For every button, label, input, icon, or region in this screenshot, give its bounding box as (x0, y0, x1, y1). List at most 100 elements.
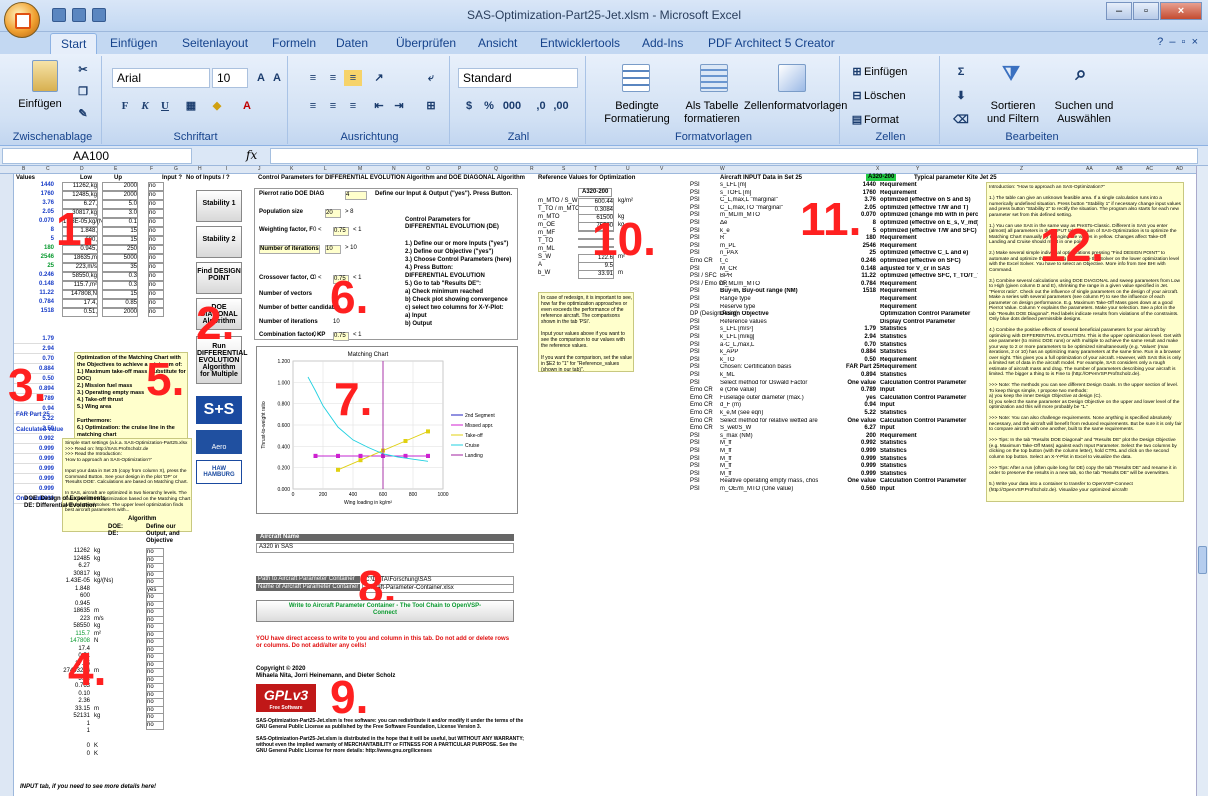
column-header[interactable]: W (720, 166, 725, 172)
tab-developer[interactable]: Entwicklertools (540, 36, 620, 50)
column-header[interactable]: E (114, 166, 117, 172)
input-flag-cell[interactable]: no (148, 308, 164, 317)
font-color-icon[interactable]: A (238, 98, 256, 114)
input-flag-cell[interactable]: no (148, 227, 164, 236)
column-header[interactable]: R (530, 166, 534, 172)
bold-icon[interactable]: F (116, 98, 134, 114)
aircraft-name-input[interactable]: A320 in SAS (256, 543, 514, 553)
input-value-cell[interactable]: 2546 (14, 254, 54, 261)
write-container-button[interactable]: Write to Aircraft Parameter Container - … (256, 600, 514, 622)
lower-bound-cell[interactable]: 12485,kg (62, 191, 98, 200)
find-select-icon[interactable]: ⌕ (1072, 64, 1090, 84)
name-box[interactable]: AA100 (2, 148, 192, 164)
percent-button[interactable]: % (480, 98, 498, 114)
number-format-select[interactable]: Standard (458, 68, 578, 88)
upper-bound-cell[interactable]: 0.3 (102, 272, 138, 281)
align-center-icon[interactable]: ≡ (324, 98, 342, 114)
input-value-cell[interactable]: 25 (14, 263, 54, 270)
close-button[interactable]: × (1160, 2, 1202, 20)
font-name-select[interactable]: Arial (112, 68, 210, 88)
vertical-scrollbar[interactable] (1196, 166, 1208, 796)
format-as-table-icon[interactable] (700, 64, 728, 92)
conditional-format-icon[interactable] (622, 64, 650, 92)
input-flag-cell[interactable]: no (148, 209, 164, 218)
format-cells-button[interactable]: Format (864, 114, 899, 127)
column-header[interactable]: J (258, 166, 261, 172)
column-header[interactable]: AC (1146, 166, 1153, 172)
upper-bound-cell[interactable]: 2000 (102, 308, 138, 317)
upper-bound-cell[interactable]: 15 (102, 227, 138, 236)
column-header[interactable]: Y (916, 166, 919, 172)
column-header[interactable]: O (426, 166, 430, 172)
weighting-input[interactable]: 0.75 (333, 227, 349, 236)
lower-bound-cell[interactable]: 223,m/s (62, 263, 98, 272)
border-icon[interactable]: ▦ (182, 98, 200, 114)
tab-page-layout[interactable]: Seitenlayout (182, 36, 248, 50)
formula-input[interactable] (270, 148, 1198, 164)
copy-icon[interactable]: ❐ (74, 84, 92, 100)
underline-icon[interactable]: U (156, 98, 174, 114)
stability-1-button[interactable]: Stability 1 (196, 190, 242, 222)
column-header[interactable]: N (392, 166, 396, 172)
upper-bound-cell[interactable]: 0.85 (102, 299, 138, 308)
input-value-cell[interactable]: 0.784 (14, 299, 54, 306)
lower-bound-cell[interactable]: 147808,N (62, 290, 98, 299)
column-header[interactable]: X (876, 166, 879, 172)
upper-bound-cell[interactable]: 5000 (102, 254, 138, 263)
tab-view[interactable]: Ansicht (478, 36, 517, 50)
column-header[interactable]: D (80, 166, 84, 172)
input-value-cell[interactable]: 1440 (14, 182, 54, 189)
decrease-indent-icon[interactable]: ⇤ (370, 98, 388, 114)
column-header[interactable]: K (290, 166, 293, 172)
upper-bound-cell[interactable]: 2000 (102, 191, 138, 200)
cell-styles-button[interactable]: Zellenformatvorlagen (744, 100, 847, 113)
lower-bound-cell[interactable]: 18635,m (62, 254, 98, 263)
input-flag-cell[interactable]: no (148, 182, 164, 191)
increase-indent-icon[interactable]: ⇥ (390, 98, 408, 114)
column-header[interactable]: AB (1116, 166, 1123, 172)
column-header[interactable]: S (562, 166, 565, 172)
column-header[interactable]: L (324, 166, 327, 172)
tab-addins[interactable]: Add-Ins (642, 36, 683, 50)
input-flag-cell[interactable]: no (148, 272, 164, 281)
delete-cells-button[interactable]: Löschen (864, 90, 906, 103)
input-value-cell[interactable]: 0.148 (14, 281, 54, 288)
autosum-icon[interactable]: Σ (952, 64, 970, 80)
font-size-select[interactable]: 10 (212, 68, 248, 88)
align-bottom-icon[interactable]: ≡ (344, 70, 362, 86)
italic-icon[interactable]: K (136, 98, 154, 114)
office-button[interactable] (4, 2, 40, 38)
sort-filter-icon[interactable]: ⧩ (1002, 64, 1020, 84)
worksheet[interactable]: B C D E F G H I J K L M N O P Q R S T U V W X Y Z AA AB AC AD Values… (0, 166, 1196, 796)
upper-bound-cell[interactable]: 2000 (102, 182, 138, 191)
column-header[interactable]: B (22, 166, 25, 172)
find-select-button[interactable]: Suchen und Auswählen (1048, 100, 1120, 126)
lower-bound-cell[interactable]: 115.7,m² (62, 281, 98, 290)
output-flag-cell[interactable]: no (146, 720, 164, 730)
scroll-thumb[interactable] (1198, 546, 1207, 574)
orientation-icon[interactable]: ↗ (370, 70, 388, 86)
input-value-cell[interactable]: 2.05 (14, 209, 54, 216)
minimize-button[interactable]: – (1106, 2, 1132, 20)
maximize-button[interactable]: ▫ (1133, 2, 1159, 20)
input-value-cell[interactable]: 11.22 (14, 290, 54, 297)
tab-data[interactable]: Daten (336, 36, 368, 50)
upper-bound-cell[interactable]: 5.0 (102, 200, 138, 209)
column-header[interactable]: I (226, 166, 227, 172)
input-value-cell[interactable]: 1760 (14, 191, 54, 198)
column-header[interactable]: AA (1086, 166, 1093, 172)
insert-cells-button[interactable]: Einfügen (864, 66, 907, 79)
input-value-cell[interactable]: 1518 (14, 308, 54, 315)
upper-bound-cell[interactable]: 250 (102, 245, 138, 254)
input-value-cell[interactable]: 3.76 (14, 200, 54, 207)
tab-review[interactable]: Überprüfen (396, 36, 456, 50)
find-design-point-button[interactable]: Find DESIGN POINT (196, 262, 242, 294)
upper-bound-cell[interactable]: 0.1 (102, 218, 138, 227)
input-flag-cell[interactable]: no (148, 191, 164, 200)
thousand-button[interactable]: 000 (500, 98, 524, 114)
lower-bound-cell[interactable]: 17.4, (62, 299, 98, 308)
align-right-icon[interactable]: ≡ (344, 98, 362, 114)
tab-insert[interactable]: Einfügen (110, 36, 157, 50)
column-header[interactable]: U (626, 166, 630, 172)
stability-2-button[interactable]: Stability 2 (196, 226, 242, 258)
